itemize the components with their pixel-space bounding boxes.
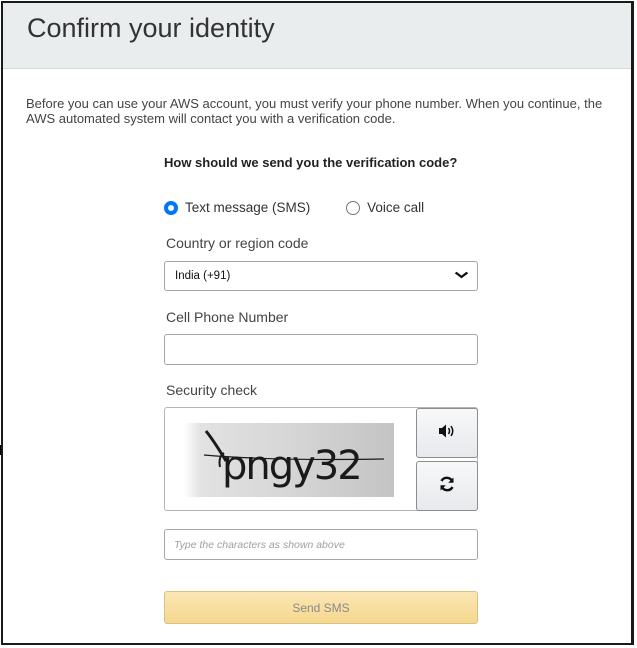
identity-panel: Confirm your identity Before you can use… [1, 1, 634, 645]
chevron-down-icon [454, 270, 469, 282]
refresh-icon [438, 475, 456, 498]
refresh-captcha-button[interactable] [416, 461, 478, 511]
captcha-text: pngy32 [222, 443, 361, 489]
phone-label: Cell Phone Number [166, 309, 289, 325]
radio-sms-indicator[interactable] [164, 200, 178, 215]
radio-sms[interactable]: Text message (SMS) [164, 200, 310, 215]
radio-voice[interactable]: Voice call [346, 200, 424, 215]
audio-captcha-button[interactable] [416, 408, 478, 458]
phone-input[interactable] [164, 334, 478, 365]
method-radio-group: Text message (SMS) Voice call [164, 200, 456, 218]
page-title: Confirm your identity [27, 13, 275, 43]
intro-text: Before you can use your AWS account, you… [26, 96, 603, 126]
radio-sms-label: Text message (SMS) [185, 200, 311, 215]
country-select-value: India (+91) [175, 270, 231, 282]
method-question: How should we send you the verification … [164, 155, 458, 170]
captcha-image: pngy32 [184, 423, 394, 497]
captcha-panel: pngy32 [164, 407, 478, 511]
security-label: Security check [166, 382, 258, 398]
country-select[interactable]: India (+91) [164, 261, 478, 291]
country-label: Country or region code [166, 235, 309, 251]
panel-header: Confirm your identity [3, 3, 631, 69]
radio-voice-indicator[interactable] [346, 200, 361, 215]
radio-voice-label: Voice call [367, 200, 425, 215]
speaker-icon [438, 423, 456, 444]
captcha-input[interactable] [164, 529, 478, 560]
send-sms-button[interactable]: Send SMS [164, 591, 478, 624]
